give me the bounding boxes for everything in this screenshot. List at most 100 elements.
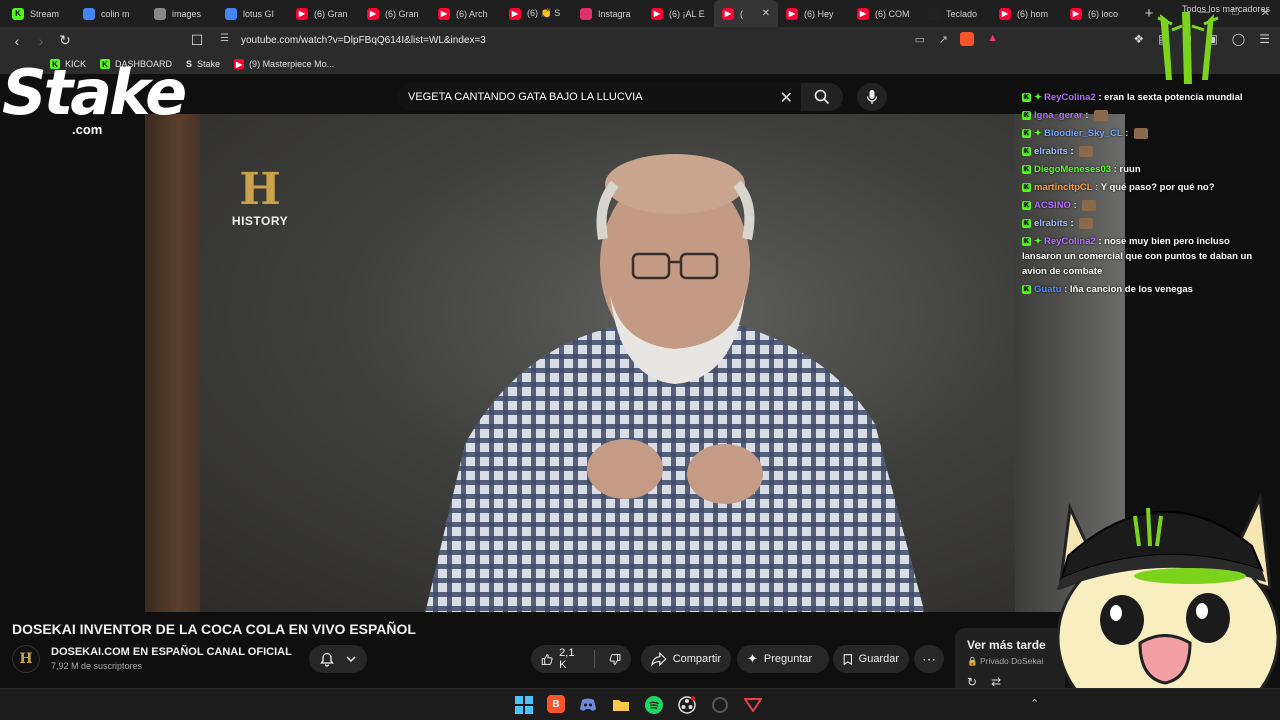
browser-tab[interactable]: Instagra [572,0,643,27]
channel-avatar[interactable]: H [12,645,40,673]
chat-username: Bloodier_Sky_CL [1043,128,1123,139]
browser-tab[interactable]: ▶ (6) Hey [778,0,849,27]
youtube-icon: ▶ [786,7,798,20]
chat-text: lña cancion de los venegas [1069,284,1193,295]
like-count[interactable]: 2,1 K [559,647,580,671]
menu-icon[interactable]: ☰ [1259,32,1270,46]
brave-shields-icon[interactable] [960,32,974,46]
tab-title: Instagra [598,8,631,19]
loop-icon[interactable]: ↻ [967,675,977,689]
obs-icon[interactable] [677,695,697,715]
youtube-icon: ▶ [857,7,869,20]
system-tray-chevron-icon[interactable]: ⌃ [1030,697,1039,710]
chat-message: KmartincitpCL : Y qué paso? por qué no? [1022,180,1258,195]
bookmark-item[interactable]: S Stake [186,59,220,69]
voice-search-button[interactable] [857,83,887,111]
app-logo-icon[interactable] [743,695,763,715]
bookmark-page-icon[interactable]: ☐ [186,32,208,49]
more-actions-button[interactable]: ⋯ [914,645,944,673]
tab-title: (6) COM [875,8,910,19]
history-channel-logo: H HISTORY [227,166,293,229]
browser-tab[interactable]: Teclado [920,0,991,27]
forward-icon[interactable]: › [30,33,52,49]
chevron-down-icon [346,656,356,663]
shuffle-icon[interactable]: ⇄ [991,675,1001,689]
instagram-icon [580,7,592,20]
bookmark-label: (9) Masterpiece Mo... [249,59,335,69]
history-h-icon: H [19,651,33,667]
bookmark-item[interactable]: ▶ (9) Masterpiece Mo... [234,59,334,69]
brave-rewards-icon[interactable]: ▲ [987,32,998,44]
monster-energy-logo [1157,12,1219,84]
reload-icon[interactable]: ↻ [54,32,76,49]
history-logo-text: HISTORY [231,214,289,228]
video-player[interactable]: H HISTORY [145,114,1125,612]
chat-message: K Igna_gerar : [1022,108,1258,123]
kick-badge-icon: K [1022,110,1031,120]
browser-tab[interactable]: lotus GI [217,0,288,27]
tab-title: Teclado [946,8,978,19]
browser-tab[interactable]: K Stream [4,0,75,27]
chat-separator: : [1122,128,1131,139]
browser-tab[interactable]: ▶ (6) hom [991,0,1062,27]
search-button[interactable] [801,83,843,111]
chat-separator: : [1070,200,1080,211]
browser-tab[interactable]: ▶ (6) ¡AL E [643,0,714,27]
browser-tab[interactable]: ▶ (6) loco [1062,0,1133,27]
like-icon[interactable] [541,652,553,667]
cat-mascot-overlay [1056,492,1280,720]
dislike-icon[interactable] [609,652,621,667]
chat-text: Y qué paso? por qué no? [1100,182,1215,193]
youtube-icon: ▶ [651,7,663,20]
share-button[interactable]: Compartir [641,645,731,673]
browser-tab[interactable]: ▶ (6) Gran [359,0,430,27]
kick-badge-icon: K [1022,218,1031,228]
chat-separator: : [1095,92,1105,103]
save-button[interactable]: Guardar [833,645,909,673]
channel-name[interactable]: DOSEKAI.COM EN ESPAÑOL CANAL OFICIAL [51,646,292,658]
site-settings-icon[interactable]: ☰ [220,33,229,44]
browser-tab[interactable]: ▶ (✕ [714,0,778,27]
chat-username: Igna_gerar [1034,110,1083,121]
chat-emote-icon [1079,145,1094,157]
chat-message: K ✦ Bloodier_Sky_CL : [1022,126,1258,141]
search-input[interactable]: VEGETA CANTANDO GATA BAJO LA LLUCVIA ✕ [397,83,801,111]
subscription-bell-button[interactable] [309,645,367,673]
tab-title: colin m [101,8,130,19]
kick-badge-icon: K [1022,146,1031,156]
kick-badge-icon: K [1022,92,1031,102]
clear-search-icon[interactable]: ✕ [780,88,793,108]
back-icon[interactable]: ‹ [6,33,28,49]
address-bar[interactable]: ☰ youtube.com/watch?v=DlpFBqQ614I&list=W… [210,30,1010,51]
kick-badge-icon: K [1022,200,1031,210]
browser-tab[interactable]: colin m [75,0,146,27]
browser-tab[interactable]: ▶ (6) Arch [430,0,501,27]
spotify-icon[interactable] [644,695,664,715]
chat-separator: : [1082,110,1092,121]
tab-title: Stream [30,8,60,19]
browser-tab[interactable]: ▶ (6) 👏 S [501,0,572,27]
subscriber-badge-icon: ✦ [1034,236,1042,247]
bell-icon [320,652,334,667]
cast-icon[interactable]: ▭ [915,33,925,46]
share-page-icon[interactable]: ↗ [939,33,948,46]
close-tab-icon[interactable]: ✕ [762,8,770,19]
ask-button[interactable]: ✦ Preguntar [737,645,829,673]
browser-tab[interactable]: ▶ (6) COM [849,0,920,27]
browser-tab[interactable]: ▶ (6) Gran [288,0,359,27]
vpn-icon[interactable]: ◯ [1232,32,1245,46]
google-icon [225,7,237,20]
app-icon[interactable] [710,695,730,715]
brave-browser-icon[interactable]: B [547,695,565,713]
extensions-icon[interactable]: ❖ [1133,32,1144,46]
stake-logo-word: Stake [2,56,187,129]
chat-emote-icon [1082,199,1097,211]
chat-emote-icon [1079,217,1094,229]
taskbar-icons: B [514,695,763,715]
file-explorer-icon[interactable] [611,695,631,715]
discord-icon[interactable] [578,695,598,715]
windows-start-icon[interactable] [514,695,534,715]
chat-username: ReyColina2 [1043,92,1096,103]
chat-username: DiegoMeneses03 [1034,164,1112,175]
browser-tab[interactable]: images [146,0,217,27]
